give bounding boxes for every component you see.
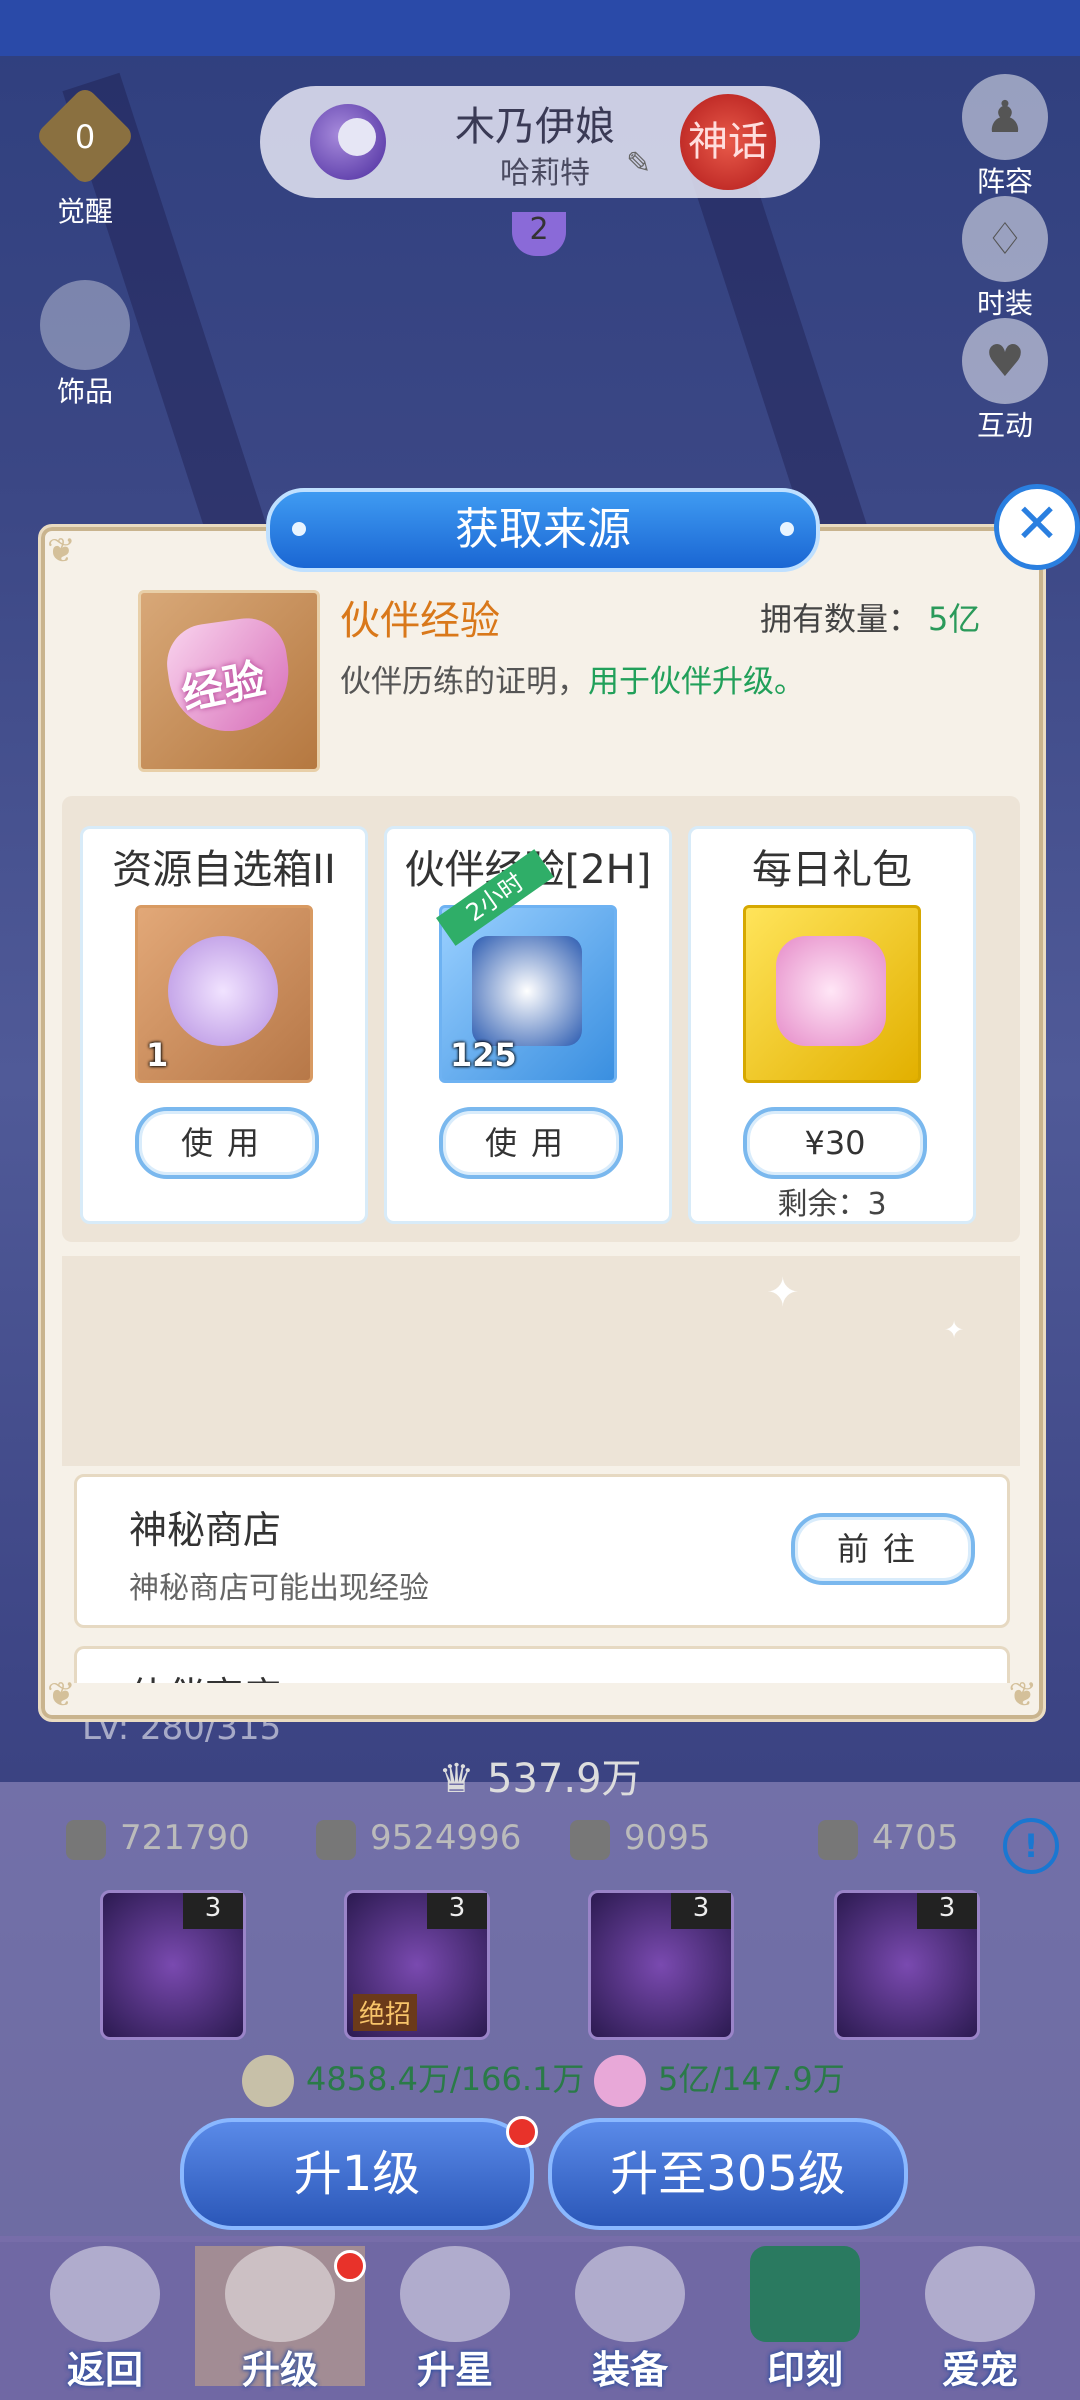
item-desc-text: 伙伴历练的证明， <box>340 664 588 700</box>
item-quantity: 125 <box>450 1036 517 1074</box>
card-title: 每日礼包 <box>752 847 912 893</box>
chest-icon <box>472 936 582 1046</box>
modal-title-text: 获取来源 <box>455 504 631 555</box>
buy-button[interactable]: ¥30 <box>743 1107 927 1179</box>
use-button[interactable]: 使用 <box>135 1107 319 1179</box>
corner-ornament: ❦ <box>1008 1675 1038 1715</box>
item-quantity: 1 <box>146 1036 169 1074</box>
source-title: 神秘商店 <box>129 1508 282 1552</box>
empty-area <box>62 1256 1020 1466</box>
exp-chest-icon: 2小时 125 <box>436 849 617 1083</box>
item-description: 伙伴历练的证明，用于伙伴升级。 <box>340 656 805 701</box>
resource-box-icon: 1 <box>135 905 313 1083</box>
source-card: 伙伴经验[2H] 2小时 125 使用 <box>384 826 672 1224</box>
use-button[interactable]: 使用 <box>439 1107 623 1179</box>
title-dot <box>780 522 794 536</box>
modal-title: 获取来源 <box>266 488 820 572</box>
sparkle-decoration: ✦ <box>944 1316 965 1344</box>
remaining-count: 剩余：3 <box>777 1187 887 1222</box>
card-title: 资源自选箱II <box>112 847 336 893</box>
item-name: 伙伴经验 <box>340 598 500 644</box>
corner-ornament: ❦ <box>47 1675 76 1715</box>
daily-gift-icon <box>743 905 921 1083</box>
close-button[interactable]: ✕ <box>994 484 1080 570</box>
sparkle-decoration: ✦ <box>766 1270 800 1316</box>
corner-ornament: ❦ <box>47 531 76 571</box>
source-title: 伙伴商店 <box>129 1665 281 1683</box>
goto-button[interactable]: 前往 <box>791 1513 975 1585</box>
title-dot <box>292 522 306 536</box>
source-row: 伙伴商店 <box>74 1646 1010 1683</box>
gift-box-icon <box>776 936 886 1046</box>
owned-count-label: 拥有数量： <box>760 600 921 638</box>
source-desc: 神秘商店可能出现经验 <box>129 1571 429 1606</box>
source-row: 神秘商店 神秘商店可能出现经验 前往 <box>74 1474 1010 1628</box>
pouch-icon <box>168 936 278 1046</box>
partner-exp-item-icon: 经验 <box>138 590 320 772</box>
source-card: 资源自选箱II 1 使用 <box>80 826 368 1224</box>
item-desc-highlight: 用于伙伴升级。 <box>588 664 805 700</box>
owned-count-value: 5亿 <box>928 600 981 638</box>
source-card: 每日礼包 ¥30 剩余：3 <box>688 826 976 1224</box>
